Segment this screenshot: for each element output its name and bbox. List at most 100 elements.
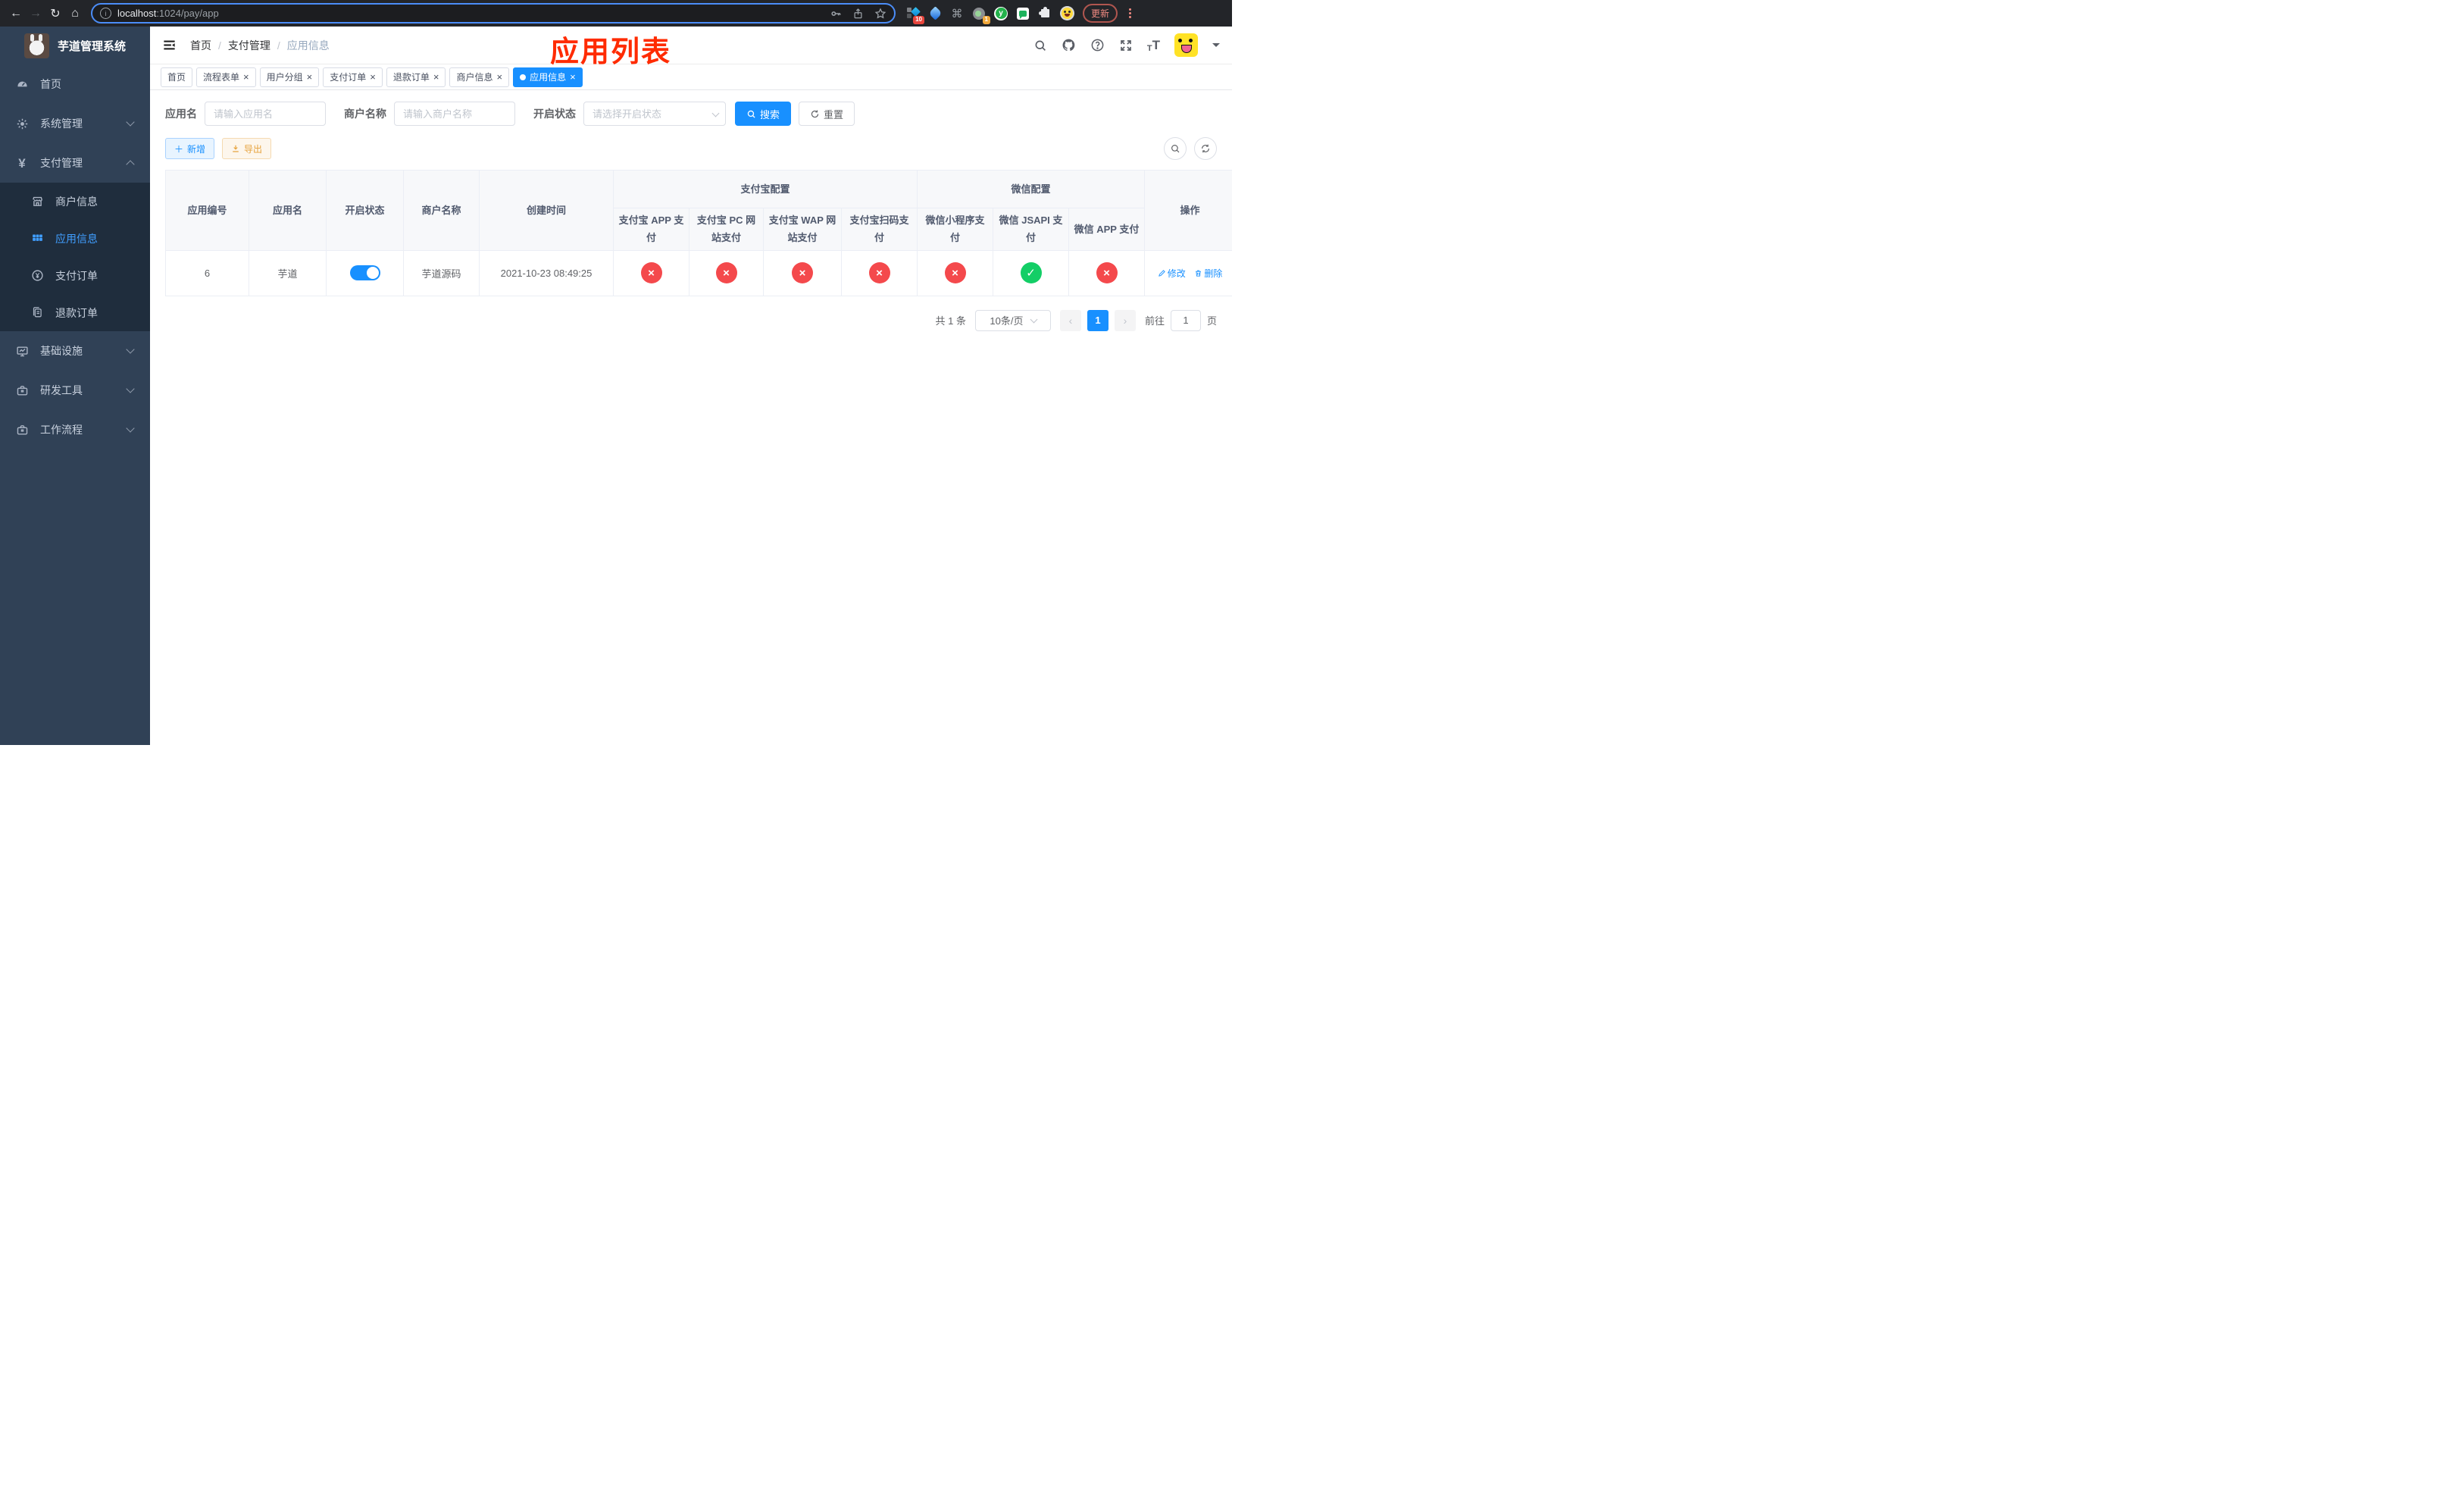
tags-view: 首页 流程表单 × 用户分组 × 支付订单 × 退款订单 × 商户信息 × 应用信息 × bbox=[150, 64, 1232, 90]
storefront-icon bbox=[30, 195, 44, 208]
sidebar-item-infrastructure[interactable]: 基础设施 bbox=[0, 331, 150, 371]
sidebar-item-label: 支付管理 bbox=[40, 157, 83, 169]
browser-menu-icon[interactable] bbox=[1129, 8, 1132, 18]
col-alipay-qr: 支付宝扫码支付 bbox=[840, 208, 918, 251]
goto-page-input[interactable] bbox=[1170, 309, 1201, 331]
status-select-input[interactable] bbox=[583, 102, 726, 126]
sidebar-item-app-info[interactable]: 应用信息 bbox=[0, 220, 150, 257]
page-unit-label: 页 bbox=[1206, 315, 1217, 327]
group-alipay-config: 支付宝配置 bbox=[612, 170, 918, 208]
font-size-icon[interactable]: TT bbox=[1147, 38, 1160, 53]
chevron-down-icon bbox=[126, 117, 135, 127]
merchant-name-label: 商户名称 bbox=[344, 108, 386, 120]
close-icon[interactable]: × bbox=[307, 72, 313, 82]
sidebar-item-system[interactable]: 系统管理 bbox=[0, 104, 150, 143]
refresh-button[interactable] bbox=[1194, 137, 1217, 160]
page-1-button[interactable]: 1 bbox=[1087, 309, 1108, 331]
prev-page-button[interactable]: ‹ bbox=[1059, 309, 1081, 331]
toggle-search-button[interactable] bbox=[1164, 137, 1187, 160]
yen-icon: ¥ bbox=[18, 155, 26, 171]
table-row: 6 芋道 芋道源码 2021-10-23 08:49:25 × × × × × … bbox=[165, 249, 1232, 296]
tag-app-info[interactable]: 应用信息 × bbox=[513, 67, 583, 87]
sidebar-item-workflow[interactable]: 工作流程 bbox=[0, 410, 150, 449]
sidebar-item-label: 商户信息 bbox=[55, 195, 98, 208]
export-button[interactable]: 导出 bbox=[222, 138, 272, 159]
user-menu-caret-icon[interactable] bbox=[1212, 43, 1220, 51]
extension-chat-icon[interactable] bbox=[1016, 7, 1030, 20]
breadcrumb-home[interactable]: 首页 bbox=[190, 38, 211, 53]
page-size-select[interactable]: 10条/页 bbox=[974, 309, 1051, 331]
sidebar-item-merchant-info[interactable]: 商户信息 bbox=[0, 183, 150, 220]
delete-link[interactable]: 删除 bbox=[1194, 267, 1222, 280]
tag-merchant-info[interactable]: 商户信息 × bbox=[449, 67, 510, 87]
sidebar-item-home[interactable]: 首页 bbox=[0, 64, 150, 104]
chevron-down-icon bbox=[126, 345, 135, 354]
help-icon[interactable] bbox=[1090, 38, 1105, 52]
total-count: 共 1 条 bbox=[935, 315, 966, 327]
add-button[interactable]: ＋ 新增 bbox=[165, 138, 215, 159]
browser-home-button[interactable]: ⌂ bbox=[65, 7, 85, 20]
sidebar-item-label: 退款订单 bbox=[55, 306, 98, 319]
browser-back-button[interactable]: ← bbox=[6, 7, 26, 20]
status-wechat-app-icon: × bbox=[1096, 262, 1118, 284]
status-alipay-qr-icon: × bbox=[868, 262, 890, 284]
close-icon[interactable]: × bbox=[496, 72, 502, 82]
status-wechat-jsapi-icon: ✓ bbox=[1020, 262, 1042, 284]
next-page-button[interactable]: › bbox=[1114, 309, 1136, 331]
extension-recorder-icon[interactable]: 1 bbox=[972, 7, 990, 24]
site-info-icon[interactable]: i bbox=[100, 8, 111, 19]
github-icon[interactable] bbox=[1062, 38, 1076, 52]
close-icon[interactable]: × bbox=[243, 72, 249, 82]
user-avatar[interactable] bbox=[1174, 33, 1198, 57]
active-dot bbox=[520, 74, 527, 80]
edit-link[interactable]: 修改 bbox=[1158, 267, 1186, 280]
sidebar-item-pay-order[interactable]: 支付订单 bbox=[0, 257, 150, 294]
tag-home[interactable]: 首页 bbox=[161, 67, 193, 87]
cell-created: 2021-10-23 08:49:25 bbox=[479, 249, 614, 296]
status-toggle[interactable] bbox=[349, 265, 380, 281]
share-icon[interactable] bbox=[852, 8, 864, 20]
extension-command-icon[interactable]: ⌘ bbox=[950, 7, 964, 20]
close-icon[interactable]: × bbox=[370, 72, 376, 82]
sidebar-item-payment[interactable]: ¥ 支付管理 bbox=[0, 143, 150, 183]
col-actions: 操作 bbox=[1144, 170, 1232, 251]
filter-form: 应用名 商户名称 开启状态 搜索 重置 bbox=[165, 102, 1217, 126]
tag-pay-order[interactable]: 支付订单 × bbox=[323, 67, 383, 87]
fullscreen-icon[interactable] bbox=[1119, 39, 1133, 52]
extension-y-icon[interactable]: y bbox=[994, 6, 1008, 20]
reset-button[interactable]: 重置 bbox=[799, 102, 855, 126]
bookmark-star-icon[interactable] bbox=[874, 7, 886, 20]
tag-user-group[interactable]: 用户分组 × bbox=[259, 67, 320, 87]
browser-forward-button[interactable]: → bbox=[26, 7, 45, 20]
extensions-puzzle-icon[interactable] bbox=[1038, 7, 1052, 20]
sidebar-item-refund-order[interactable]: 退款订单 bbox=[0, 294, 150, 331]
sidebar-item-label: 系统管理 bbox=[40, 117, 83, 130]
browser-profile-avatar[interactable] bbox=[1060, 6, 1074, 20]
header-search-icon[interactable] bbox=[1033, 39, 1047, 52]
sidebar: 芋道管理系统 首页 系统管理 ¥ 支付管理 商户信息 应用信息 支付订单 退款订… bbox=[0, 27, 150, 745]
tag-process-form[interactable]: 流程表单 × bbox=[196, 67, 256, 87]
pagination: 共 1 条 10条/页 ‹ 1 › 前往 页 bbox=[165, 309, 1217, 331]
app-name-input[interactable] bbox=[205, 102, 326, 126]
sidebar-collapse-icon[interactable] bbox=[162, 38, 177, 52]
status-alipay-app-icon: × bbox=[640, 262, 662, 284]
browser-reload-button[interactable]: ↻ bbox=[45, 6, 65, 21]
breadcrumb-section[interactable]: 支付管理 bbox=[228, 38, 270, 53]
extension-sidebar-icon[interactable]: 10 bbox=[906, 6, 924, 24]
tag-refund-order[interactable]: 退款订单 × bbox=[386, 67, 446, 87]
sidebar-item-label: 首页 bbox=[40, 78, 61, 90]
merchant-name-input[interactable] bbox=[394, 102, 515, 126]
close-icon[interactable]: × bbox=[570, 72, 576, 82]
search-button[interactable]: 搜索 bbox=[735, 102, 792, 126]
extension-kite-icon[interactable] bbox=[927, 6, 943, 20]
address-bar[interactable]: i localhost:1024/pay/app bbox=[91, 3, 896, 23]
status-select[interactable] bbox=[583, 102, 726, 126]
yen-circle-icon bbox=[30, 269, 44, 282]
sidebar-item-dev-tools[interactable]: 研发工具 bbox=[0, 371, 150, 410]
password-key-icon[interactable] bbox=[830, 8, 842, 20]
close-icon[interactable]: × bbox=[433, 72, 439, 82]
sidebar-item-label: 研发工具 bbox=[40, 384, 83, 396]
app-logo[interactable]: 芋道管理系统 bbox=[0, 27, 150, 64]
grid-icon bbox=[30, 232, 44, 245]
chrome-update-button[interactable]: 更新 bbox=[1083, 4, 1118, 23]
